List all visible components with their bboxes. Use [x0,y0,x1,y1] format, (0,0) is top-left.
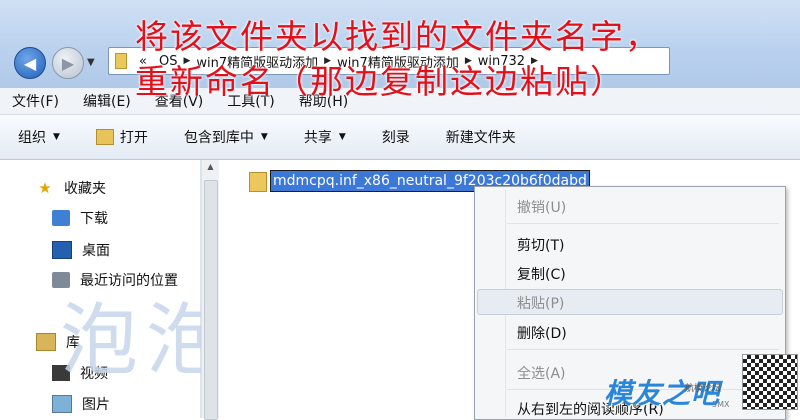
open-button[interactable]: 打开 [78,127,166,147]
desktop-icon [52,241,72,259]
organize-button[interactable]: 组织 ▼ [0,127,78,147]
arrow-left-icon: ◀ [23,53,37,73]
site-logo-tag: 5MX [712,400,730,409]
menu-item-copy[interactable]: 复制(C) [517,264,566,284]
star-icon: ★ [38,179,52,197]
scroll-up-icon[interactable]: ▲ [202,162,219,171]
burn-label: 刻录 [381,130,410,146]
chevron-down-icon: ▼ [260,132,268,142]
menu-item-paste[interactable]: 粘贴(P) [517,293,564,313]
sidebar-item-desktop[interactable]: 桌面 [52,240,110,260]
site-logo-subtitle: 航模论坛 [685,384,722,394]
forward-button[interactable]: ▶ [52,47,84,79]
scrollbar-thumb[interactable] [204,180,218,420]
chevron-down-icon: ▼ [53,132,60,142]
sidebar-item-pictures[interactable]: 图片 [52,394,110,414]
sidebar-scrollbar[interactable]: ▲ [201,160,219,420]
instruction-overlay-line1: 将该文件夹以找到的文件夹名字， [135,17,660,56]
qr-code-icon [742,354,798,410]
folder-icon [115,53,127,69]
folder-icon [249,172,267,192]
history-dropdown-icon[interactable]: ▼ [87,57,95,68]
menu-edit[interactable]: 编辑(E) [71,91,143,111]
share-label: 共享 [303,130,332,146]
arrow-right-icon: ▶ [61,53,75,73]
chevron-down-icon: ▼ [338,132,346,142]
library-icon [36,333,56,351]
new-folder-label: 新建文件夹 [445,130,516,146]
sidebar-item-downloads[interactable]: 下载 [52,208,108,228]
command-bar: 组织 ▼ 打开 包含到库中 ▼ 共享 ▼ 刻录 新建文件夹 [0,115,800,160]
instruction-overlay-line2: 重新命名（那边复制这边粘贴） [135,62,625,101]
menu-item-undo[interactable]: 撤销(U) [517,197,566,217]
menu-item-delete[interactable]: 删除(D) [517,323,567,343]
sidebar-item-label: 桌面 [82,243,110,259]
open-label: 打开 [119,130,148,146]
sidebar-item-label: 收藏夹 [64,181,106,197]
pictures-icon [52,395,72,413]
new-folder-button[interactable]: 新建文件夹 [428,127,534,147]
share-button[interactable]: 共享 ▼ [286,127,364,147]
sidebar-item-label: 图片 [82,397,110,413]
menu-file[interactable]: 文件(F) [0,91,71,111]
downloads-folder-icon [52,210,70,226]
menu-separator [507,349,779,350]
menu-separator [507,223,779,224]
back-button[interactable]: ◀ [14,47,46,79]
include-label: 包含到库中 [183,130,254,146]
sidebar-item-favorites[interactable]: ★ 收藏夹 [36,178,106,198]
organize-label: 组织 [18,130,46,146]
sidebar-item-label: 下载 [80,211,108,227]
burn-button[interactable]: 刻录 [364,127,428,147]
menu-item-cut[interactable]: 剪切(T) [517,235,564,255]
open-folder-icon [95,129,114,145]
menu-item-select-all[interactable]: 全选(A) [517,363,566,383]
include-in-library-button[interactable]: 包含到库中 ▼ [166,127,286,147]
